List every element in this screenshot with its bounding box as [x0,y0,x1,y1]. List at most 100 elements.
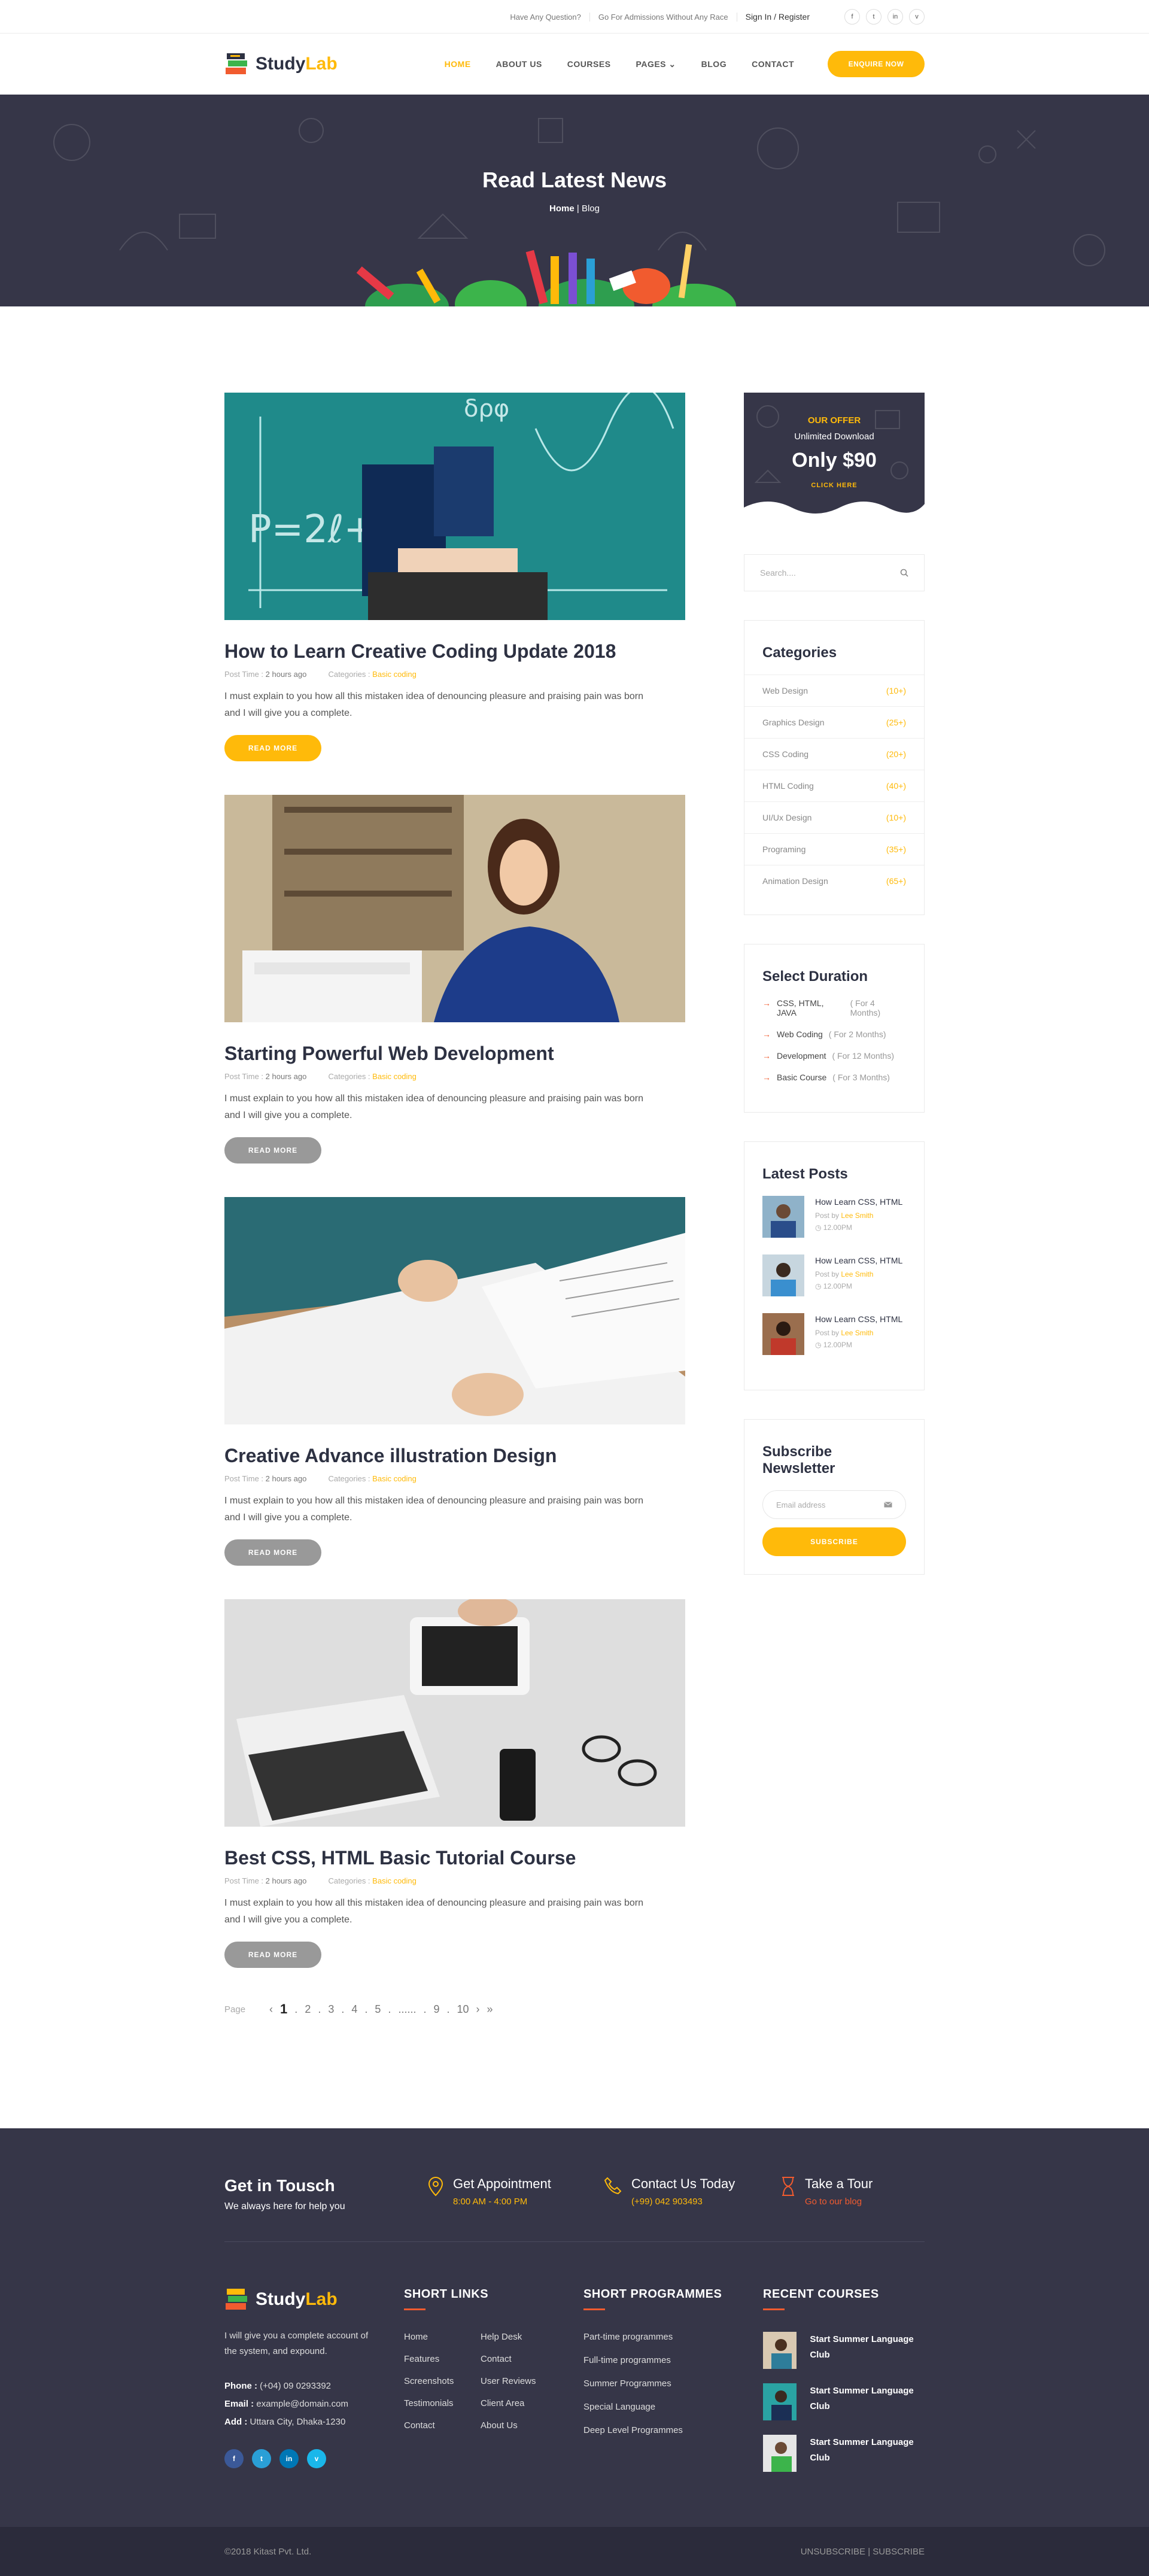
logo[interactable]: StudyLab [224,52,338,76]
vimeo-icon[interactable]: v [307,2449,326,2468]
footer-link[interactable]: About Us [481,2420,557,2431]
course-thumb[interactable] [763,2332,797,2369]
programme-link[interactable]: Part-time programmes [583,2332,763,2342]
linkedin-icon[interactable]: in [279,2449,299,2468]
duration-item[interactable]: → Development( For 12 Months) [762,1051,906,1061]
duration-item[interactable]: → Web Coding( For 2 Months) [762,1029,906,1039]
footer-link[interactable]: Screenshots [404,2376,481,2386]
offer-banner[interactable]: OUR OFFER Unlimited Download Only $90 CL… [744,393,925,520]
last-page-icon[interactable]: » [487,2003,493,2016]
footer-link[interactable]: Contact [481,2354,557,2364]
programme-link[interactable]: Special Language [583,2402,763,2412]
enquire-button[interactable]: ENQUIRE NOW [828,51,925,77]
footer-link[interactable]: User Reviews [481,2376,557,2386]
page-10[interactable]: 10 [457,2003,469,2016]
read-more-button[interactable]: READ MORE [224,1942,321,1968]
search-icon[interactable] [900,569,908,577]
nav-pages[interactable]: PAGES ⌄ [636,59,676,69]
post-title[interactable]: How to Learn Creative Coding Update 2018 [224,640,685,663]
post-title[interactable]: Creative Advance illustration Design [224,1445,685,1467]
breadcrumb: Home | Blog [0,203,1149,214]
read-more-button[interactable]: READ MORE [224,1539,321,1566]
programme-link[interactable]: Full-time programmes [583,2355,763,2365]
footer-top: Get in Tousch We always here for help yo… [0,2128,1149,2242]
latest-post-item[interactable]: How Learn CSS, HTML Post by Lee Smith ◷ 12… [762,1313,906,1355]
page-5[interactable]: 5 [375,2003,381,2016]
twitter-icon[interactable]: t [252,2449,271,2468]
facebook-icon[interactable]: f [224,2449,244,2468]
vimeo-icon[interactable]: v [909,9,925,25]
nav-blog[interactable]: BLOG [701,59,727,69]
heading-underline [404,2308,425,2310]
latest-post-item[interactable]: How Learn CSS, HTML Post by Lee Smith ◷ 12… [762,1254,906,1296]
subscribe-button[interactable]: SUBSCRIBE [762,1527,906,1556]
post-image[interactable] [224,1197,685,1424]
footer-link[interactable]: Home [404,2332,481,2342]
recent-course-item[interactable]: Start Summer Language Club [763,2332,925,2369]
nav-contact[interactable]: CONTACT [752,59,794,69]
read-more-button[interactable]: READ MORE [224,1137,321,1164]
chevron-down-icon: ⌄ [668,59,676,69]
programme-link[interactable]: Summer Programmes [583,2378,763,2389]
post-image[interactable] [224,1599,685,1827]
footer-link[interactable]: Client Area [481,2398,557,2408]
post-excerpt: I must explain to you how all this mista… [224,691,643,718]
page-9[interactable]: 9 [433,2003,439,2016]
unsubscribe-link[interactable]: UNSUBSCRIBE [801,2547,865,2557]
search-box[interactable]: Search.... [744,554,925,591]
footer-get-in-touch: Get in Tousch We always here for help yo… [224,2176,345,2212]
post-title[interactable]: Starting Powerful Web Development [224,1043,685,1065]
category-item[interactable]: Programing (35+) [744,833,924,865]
page-1[interactable]: 1 [280,2001,287,2017]
prev-page-icon[interactable]: ‹ [269,2003,273,2016]
latest-post-thumb[interactable] [762,1254,804,1296]
post-image[interactable] [224,795,685,1022]
category-item[interactable]: HTML Coding (40+) [744,770,924,801]
course-thumb[interactable] [763,2435,797,2472]
nav-home[interactable]: HOME [445,59,471,69]
twitter-icon[interactable]: t [866,9,881,25]
category-item[interactable]: Graphics Design (25+) [744,706,924,738]
newsletter-widget: Subscribe Newsletter Email address SUBSC… [744,1419,925,1575]
category-item[interactable]: Web Design (10+) [744,675,924,706]
breadcrumb-current: Blog [581,203,600,214]
latest-post-item[interactable]: How Learn CSS, HTML Post by Lee Smith ◷ 12… [762,1196,906,1238]
category-item[interactable]: Animation Design (65+) [744,865,924,897]
duration-item[interactable]: → Basic Course( For 3 Months) [762,1073,906,1082]
recent-course-item[interactable]: Start Summer Language Club [763,2435,925,2472]
footer-link[interactable]: Features [404,2354,481,2364]
post-excerpt: I must explain to you how all this mista… [224,1496,643,1523]
category-item[interactable]: CSS Coding (20+) [744,738,924,770]
read-more-button[interactable]: READ MORE [224,735,321,761]
recent-course-item[interactable]: Start Summer Language Club [763,2383,925,2420]
footer-link[interactable]: Testimonials [404,2398,481,2408]
post-title[interactable]: Best CSS, HTML Basic Tutorial Course [224,1847,685,1869]
login-link[interactable]: Sign In / Register [737,12,818,22]
breadcrumb-home[interactable]: Home [549,203,574,214]
admission-link[interactable]: Go For Admissions Without Any Race [590,12,737,22]
facebook-icon[interactable]: f [844,9,860,25]
footer-logo[interactable]: StudyLab [224,2288,404,2311]
programme-link[interactable]: Deep Level Programmes [583,2425,763,2435]
page-4[interactable]: 4 [351,2003,357,2016]
linkedin-icon[interactable]: in [887,9,903,25]
content-area: P=2ℓ+ δρφ How to Learn Creative Coding U… [0,306,1149,2107]
post-card: P=2ℓ+ δρφ How to Learn Creative Coding U… [224,393,685,761]
search-input[interactable]: Search.... [760,568,796,578]
post-image[interactable]: P=2ℓ+ δρφ [224,393,685,620]
latest-post-thumb[interactable] [762,1196,804,1238]
nav-courses[interactable]: COURSES [567,59,611,69]
footer-link[interactable]: Help Desk [481,2332,557,2342]
category-item[interactable]: UI/Ux Design (10+) [744,801,924,833]
page-2[interactable]: 2 [305,2003,311,2016]
nav-about[interactable]: ABOUT US [496,59,542,69]
subscribe-link[interactable]: SUBSCRIBE [873,2547,925,2557]
course-thumb[interactable] [763,2383,797,2420]
page-3[interactable]: 3 [328,2003,334,2016]
post-list: P=2ℓ+ δρφ How to Learn Creative Coding U… [224,393,685,2107]
footer-link[interactable]: Contact [404,2420,481,2431]
latest-post-thumb[interactable] [762,1313,804,1355]
next-page-icon[interactable]: › [476,2003,480,2016]
duration-item[interactable]: → CSS, HTML, JAVA( For 4 Months) [762,998,906,1017]
newsletter-email-input[interactable]: Email address [762,1490,906,1519]
